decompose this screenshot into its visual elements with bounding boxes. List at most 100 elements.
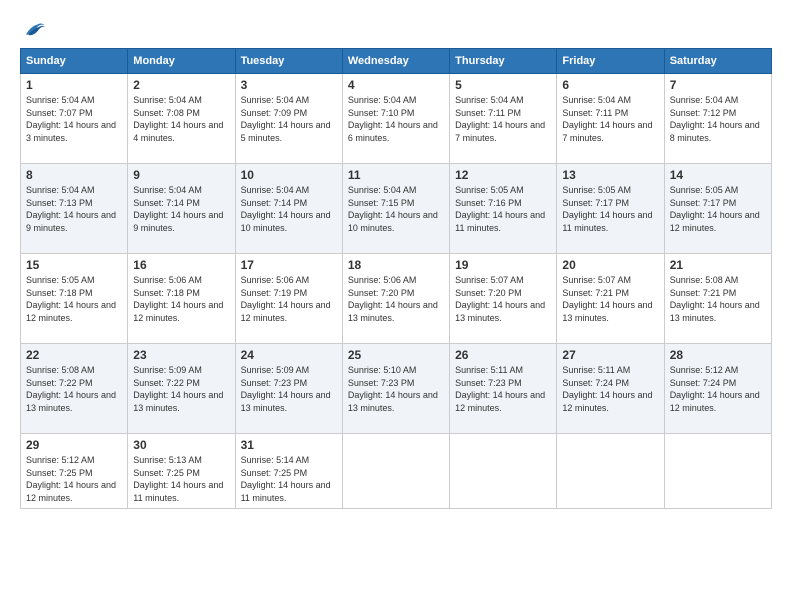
calendar-day-cell: 5 Sunrise: 5:04 AM Sunset: 7:11 PM Dayli… — [450, 74, 557, 164]
calendar-header-monday: Monday — [128, 49, 235, 74]
sunset-text: Sunset: 7:12 PM — [670, 108, 737, 118]
sunrise-text: Sunrise: 5:08 AM — [26, 365, 95, 375]
calendar-day-cell: 10 Sunrise: 5:04 AM Sunset: 7:14 PM Dayl… — [235, 164, 342, 254]
sunset-text: Sunset: 7:25 PM — [26, 468, 93, 478]
day-info: Sunrise: 5:04 AM Sunset: 7:11 PM Dayligh… — [455, 94, 551, 144]
sunrise-text: Sunrise: 5:05 AM — [670, 185, 739, 195]
calendar-day-cell: 26 Sunrise: 5:11 AM Sunset: 7:23 PM Dayl… — [450, 344, 557, 434]
sunset-text: Sunset: 7:13 PM — [26, 198, 93, 208]
sunrise-text: Sunrise: 5:06 AM — [348, 275, 417, 285]
sunset-text: Sunset: 7:20 PM — [348, 288, 415, 298]
calendar-day-cell: 25 Sunrise: 5:10 AM Sunset: 7:23 PM Dayl… — [342, 344, 449, 434]
calendar-day-cell: 21 Sunrise: 5:08 AM Sunset: 7:21 PM Dayl… — [664, 254, 771, 344]
daylight-text: Daylight: 14 hours and 11 minutes. — [562, 210, 652, 233]
calendar-day-cell: 11 Sunrise: 5:04 AM Sunset: 7:15 PM Dayl… — [342, 164, 449, 254]
calendar-week-row: 8 Sunrise: 5:04 AM Sunset: 7:13 PM Dayli… — [21, 164, 772, 254]
daylight-text: Daylight: 14 hours and 10 minutes. — [241, 210, 331, 233]
day-info: Sunrise: 5:13 AM Sunset: 7:25 PM Dayligh… — [133, 454, 229, 504]
sunrise-text: Sunrise: 5:11 AM — [562, 365, 630, 375]
sunset-text: Sunset: 7:23 PM — [348, 378, 415, 388]
day-info: Sunrise: 5:04 AM Sunset: 7:09 PM Dayligh… — [241, 94, 337, 144]
day-info: Sunrise: 5:04 AM Sunset: 7:08 PM Dayligh… — [133, 94, 229, 144]
sunset-text: Sunset: 7:11 PM — [455, 108, 521, 118]
sunset-text: Sunset: 7:21 PM — [562, 288, 629, 298]
sunset-text: Sunset: 7:18 PM — [133, 288, 200, 298]
sunset-text: Sunset: 7:10 PM — [348, 108, 415, 118]
calendar-day-cell: 23 Sunrise: 5:09 AM Sunset: 7:22 PM Dayl… — [128, 344, 235, 434]
day-number: 17 — [241, 258, 337, 272]
sunrise-text: Sunrise: 5:13 AM — [133, 455, 202, 465]
daylight-text: Daylight: 14 hours and 13 minutes. — [26, 390, 116, 413]
sunset-text: Sunset: 7:23 PM — [241, 378, 308, 388]
daylight-text: Daylight: 14 hours and 13 minutes. — [133, 390, 223, 413]
daylight-text: Daylight: 14 hours and 13 minutes. — [562, 300, 652, 323]
day-info: Sunrise: 5:05 AM Sunset: 7:17 PM Dayligh… — [562, 184, 658, 234]
sunset-text: Sunset: 7:14 PM — [133, 198, 200, 208]
sunrise-text: Sunrise: 5:10 AM — [348, 365, 417, 375]
calendar-table: SundayMondayTuesdayWednesdayThursdayFrid… — [20, 48, 772, 509]
daylight-text: Daylight: 14 hours and 12 minutes. — [670, 390, 760, 413]
sunrise-text: Sunrise: 5:06 AM — [241, 275, 310, 285]
day-number: 24 — [241, 348, 337, 362]
day-info: Sunrise: 5:04 AM Sunset: 7:12 PM Dayligh… — [670, 94, 766, 144]
sunrise-text: Sunrise: 5:04 AM — [133, 185, 202, 195]
day-info: Sunrise: 5:08 AM Sunset: 7:22 PM Dayligh… — [26, 364, 122, 414]
calendar-day-cell: 1 Sunrise: 5:04 AM Sunset: 7:07 PM Dayli… — [21, 74, 128, 164]
calendar-header-saturday: Saturday — [664, 49, 771, 74]
day-number: 11 — [348, 168, 444, 182]
sunset-text: Sunset: 7:07 PM — [26, 108, 93, 118]
sunrise-text: Sunrise: 5:07 AM — [562, 275, 631, 285]
logo — [20, 20, 46, 38]
day-number: 10 — [241, 168, 337, 182]
logo-bird-icon — [22, 20, 46, 38]
day-info: Sunrise: 5:07 AM Sunset: 7:20 PM Dayligh… — [455, 274, 551, 324]
calendar-day-cell: 28 Sunrise: 5:12 AM Sunset: 7:24 PM Dayl… — [664, 344, 771, 434]
sunrise-text: Sunrise: 5:04 AM — [241, 185, 310, 195]
calendar-day-cell: 14 Sunrise: 5:05 AM Sunset: 7:17 PM Dayl… — [664, 164, 771, 254]
day-info: Sunrise: 5:09 AM Sunset: 7:23 PM Dayligh… — [241, 364, 337, 414]
day-info: Sunrise: 5:05 AM Sunset: 7:18 PM Dayligh… — [26, 274, 122, 324]
day-number: 16 — [133, 258, 229, 272]
sunset-text: Sunset: 7:18 PM — [26, 288, 93, 298]
day-info: Sunrise: 5:08 AM Sunset: 7:21 PM Dayligh… — [670, 274, 766, 324]
sunset-text: Sunset: 7:22 PM — [26, 378, 93, 388]
daylight-text: Daylight: 14 hours and 4 minutes. — [133, 120, 223, 143]
day-number: 29 — [26, 438, 122, 452]
daylight-text: Daylight: 14 hours and 6 minutes. — [348, 120, 438, 143]
sunrise-text: Sunrise: 5:05 AM — [26, 275, 95, 285]
daylight-text: Daylight: 14 hours and 12 minutes. — [562, 390, 652, 413]
sunset-text: Sunset: 7:24 PM — [562, 378, 629, 388]
calendar-header-wednesday: Wednesday — [342, 49, 449, 74]
daylight-text: Daylight: 14 hours and 9 minutes. — [133, 210, 223, 233]
calendar-day-cell: 12 Sunrise: 5:05 AM Sunset: 7:16 PM Dayl… — [450, 164, 557, 254]
sunset-text: Sunset: 7:19 PM — [241, 288, 308, 298]
day-number: 21 — [670, 258, 766, 272]
sunrise-text: Sunrise: 5:04 AM — [348, 95, 417, 105]
calendar-day-cell: 15 Sunrise: 5:05 AM Sunset: 7:18 PM Dayl… — [21, 254, 128, 344]
day-info: Sunrise: 5:11 AM Sunset: 7:24 PM Dayligh… — [562, 364, 658, 414]
day-number: 3 — [241, 78, 337, 92]
day-info: Sunrise: 5:12 AM Sunset: 7:25 PM Dayligh… — [26, 454, 122, 504]
sunrise-text: Sunrise: 5:11 AM — [455, 365, 523, 375]
day-number: 15 — [26, 258, 122, 272]
sunset-text: Sunset: 7:14 PM — [241, 198, 308, 208]
day-info: Sunrise: 5:04 AM Sunset: 7:10 PM Dayligh… — [348, 94, 444, 144]
daylight-text: Daylight: 14 hours and 12 minutes. — [26, 480, 116, 503]
day-info: Sunrise: 5:06 AM Sunset: 7:20 PM Dayligh… — [348, 274, 444, 324]
day-number: 9 — [133, 168, 229, 182]
calendar-day-cell — [342, 434, 449, 509]
calendar-header-row: SundayMondayTuesdayWednesdayThursdayFrid… — [21, 49, 772, 74]
calendar-week-row: 15 Sunrise: 5:05 AM Sunset: 7:18 PM Dayl… — [21, 254, 772, 344]
calendar-day-cell: 17 Sunrise: 5:06 AM Sunset: 7:19 PM Dayl… — [235, 254, 342, 344]
calendar-day-cell: 7 Sunrise: 5:04 AM Sunset: 7:12 PM Dayli… — [664, 74, 771, 164]
day-info: Sunrise: 5:05 AM Sunset: 7:16 PM Dayligh… — [455, 184, 551, 234]
daylight-text: Daylight: 14 hours and 5 minutes. — [241, 120, 331, 143]
sunrise-text: Sunrise: 5:09 AM — [241, 365, 310, 375]
calendar-week-row: 1 Sunrise: 5:04 AM Sunset: 7:07 PM Dayli… — [21, 74, 772, 164]
sunset-text: Sunset: 7:21 PM — [670, 288, 737, 298]
calendar-day-cell: 20 Sunrise: 5:07 AM Sunset: 7:21 PM Dayl… — [557, 254, 664, 344]
day-info: Sunrise: 5:05 AM Sunset: 7:17 PM Dayligh… — [670, 184, 766, 234]
daylight-text: Daylight: 14 hours and 8 minutes. — [670, 120, 760, 143]
calendar-header-tuesday: Tuesday — [235, 49, 342, 74]
day-number: 1 — [26, 78, 122, 92]
